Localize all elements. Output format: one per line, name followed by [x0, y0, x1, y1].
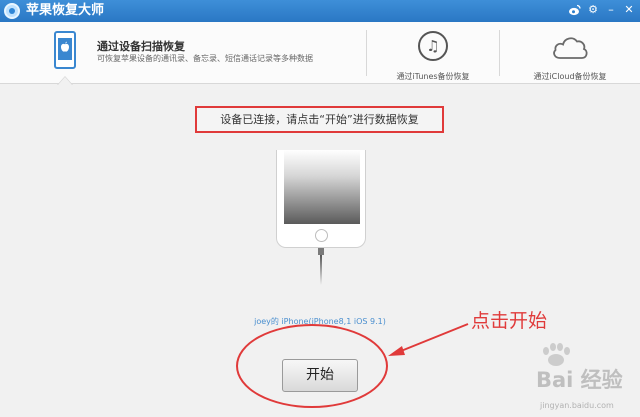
apple-icon	[60, 41, 70, 53]
annotation-label: 点击开始	[471, 310, 548, 332]
app-logo-icon	[4, 3, 20, 19]
close-button[interactable]: ✕	[622, 3, 636, 17]
iphone-screen	[284, 150, 360, 224]
mode-tab-strip: 通过设备扫描恢复 可恢复苹果设备的通讯录、备忘录、短信通话记录等多种数据 ♫ 通…	[0, 22, 640, 85]
tab-icloud-backup[interactable]: 通过iCloud备份恢复	[500, 22, 640, 84]
title-bar: 苹果恢复大师 ⚙ – ✕	[0, 0, 640, 22]
watermark-url: jingyan.baidu.com	[540, 401, 614, 410]
window-controls: ⚙ – ✕	[568, 3, 636, 17]
usb-cable	[320, 255, 322, 285]
tab-itunes-backup-label: 通过iTunes备份恢复	[396, 72, 470, 81]
tab-icloud-backup-label: 通过iCloud备份恢复	[533, 72, 607, 81]
cloud-icon	[551, 34, 589, 64]
start-button[interactable]: 开始	[282, 359, 358, 392]
home-button-icon	[315, 229, 328, 242]
tab-itunes-backup[interactable]: ♫ 通过iTunes备份恢复	[367, 22, 499, 84]
settings-icon[interactable]: ⚙	[586, 3, 600, 17]
connection-notice: 设备已连接，请点击“开始”进行数据恢复	[195, 106, 444, 133]
minimize-button[interactable]: –	[604, 3, 618, 17]
watermark-logo: Bai 经验	[536, 368, 623, 392]
selected-tab-pointer	[58, 77, 72, 85]
tab-device-scan[interactable]: 通过设备扫描恢复 可恢复苹果设备的通讯录、备忘录、短信通话记录等多种数据	[0, 22, 366, 84]
tab-device-scan-description: 可恢复苹果设备的通讯录、备忘录、短信通话记录等多种数据	[97, 54, 313, 63]
annotation-arrow-icon	[386, 322, 470, 362]
weibo-icon[interactable]	[568, 3, 582, 17]
app-title: 苹果恢复大师	[26, 3, 105, 18]
connected-iphone-illustration	[276, 150, 366, 248]
tab-device-scan-title: 通过设备扫描恢复	[97, 40, 185, 53]
baidu-jingyan-watermark: Bai 经验 jingyan.baidu.com	[528, 340, 640, 417]
iphone-icon	[54, 31, 76, 69]
lightning-connector	[318, 248, 324, 255]
music-note-icon: ♫	[418, 31, 448, 61]
